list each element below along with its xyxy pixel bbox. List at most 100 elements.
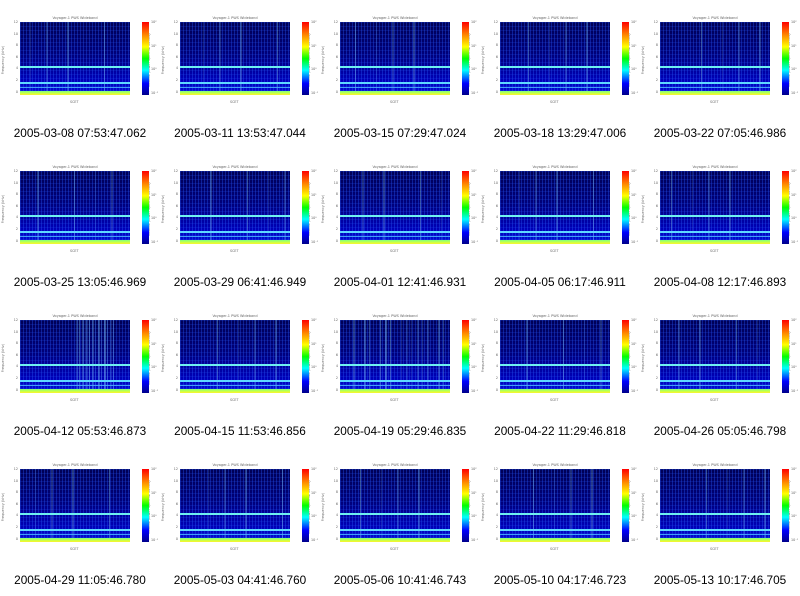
emission-streak xyxy=(362,171,364,240)
emission-streak xyxy=(757,320,758,389)
low-frequency-noise xyxy=(660,538,770,542)
y-tick-label: 4 xyxy=(335,513,338,518)
y-tick-label: 10 xyxy=(13,478,18,483)
plot-title: Voyager-1 PWS Wideband xyxy=(532,314,578,318)
colorbar xyxy=(622,469,629,542)
colorbar xyxy=(142,320,149,393)
y-tick-label: 4 xyxy=(335,66,338,71)
y-axis-label: Frequency (kHz) xyxy=(481,492,486,522)
low-frequency-noise xyxy=(660,240,770,244)
y-tick-label: 12 xyxy=(653,20,658,24)
emission-streak xyxy=(98,320,100,389)
y-axis-label: Frequency (kHz) xyxy=(161,45,166,75)
y-tick-label: 12 xyxy=(333,20,338,24)
spectrogram-noise xyxy=(340,469,450,542)
colorbar-tick-label: 10¹ xyxy=(791,490,797,495)
y-tick-label: 0 xyxy=(335,387,338,392)
y-tick-label: 10 xyxy=(13,180,18,185)
emission-streak xyxy=(111,171,113,240)
emission-band xyxy=(340,231,450,233)
emission-band xyxy=(660,231,770,233)
emission-band xyxy=(180,385,290,386)
spectrogram-panel: Voyager-1 PWS Wideband Frequency (kHz) rel… xyxy=(160,0,320,149)
plot-title: Voyager-1 PWS Wideband xyxy=(372,314,418,318)
panel-timestamp: 2005-05-10 04:17:46.723 xyxy=(493,573,627,587)
emission-streak xyxy=(74,171,75,240)
y-tick-label: 2 xyxy=(175,376,178,380)
plot-title: Voyager-1 PWS Wideband xyxy=(52,16,98,20)
x-axis-label: SCET xyxy=(550,546,559,551)
spectrogram-image xyxy=(500,22,610,95)
x-axis-label: SCET xyxy=(70,397,79,402)
colorbar-tick-label: 10² xyxy=(631,20,637,24)
emission-band xyxy=(180,513,290,515)
y-tick-label: 0 xyxy=(495,89,498,94)
emission-streak xyxy=(438,320,440,389)
emission-band xyxy=(340,529,450,531)
y-tick-label: 4 xyxy=(15,513,18,518)
y-tick-label: 10 xyxy=(333,180,338,185)
emission-streak xyxy=(383,171,385,240)
y-tick-label: 4 xyxy=(15,364,18,369)
colorbar xyxy=(462,469,469,542)
colorbar-tick-label: 10¹ xyxy=(311,43,317,48)
emission-streak xyxy=(101,320,102,389)
emission-streak xyxy=(526,320,528,389)
emission-band xyxy=(660,87,770,88)
emission-band xyxy=(180,529,290,531)
y-tick-label: 12 xyxy=(333,467,338,471)
emission-streak xyxy=(738,22,740,91)
colorbar xyxy=(142,469,149,542)
low-frequency-noise xyxy=(20,240,130,244)
emission-band xyxy=(180,364,290,366)
colorbar-tick-label: 10¹ xyxy=(631,192,637,197)
emission-streak xyxy=(284,171,286,240)
plot-title: Voyager-1 PWS Wideband xyxy=(372,463,418,467)
plot-title: Voyager-1 PWS Wideband xyxy=(532,16,578,20)
y-tick-label: 12 xyxy=(173,20,178,24)
x-axis-label: SCET xyxy=(390,546,399,551)
emission-streak xyxy=(565,22,567,91)
spectrogram-image xyxy=(180,171,290,244)
y-tick-label: 8 xyxy=(175,192,178,197)
y-tick-label: 8 xyxy=(175,43,178,48)
plot-title: Voyager-1 PWS Wideband xyxy=(692,314,738,318)
spectrogram-panel: Voyager-1 PWS Wideband Frequency (kHz) rel… xyxy=(320,149,480,298)
spectrogram-noise xyxy=(340,320,450,393)
colorbar-tick-label: 10⁰ xyxy=(631,514,637,518)
x-axis-label: SCET xyxy=(550,99,559,104)
emission-streak xyxy=(533,469,534,538)
y-tick-label: 2 xyxy=(15,227,18,231)
y-tick-label: 8 xyxy=(175,341,178,346)
y-axis-label: Frequency (kHz) xyxy=(161,343,166,373)
y-tick-label: 10 xyxy=(653,180,658,185)
emission-streak xyxy=(364,320,366,389)
emission-streak xyxy=(72,469,74,538)
emission-streak xyxy=(528,22,529,91)
emission-streak xyxy=(743,469,745,538)
emission-band xyxy=(340,215,450,217)
emission-streak xyxy=(37,171,39,240)
colorbar-tick-label: 10⁰ xyxy=(791,67,797,71)
emission-band xyxy=(20,231,130,233)
emission-band xyxy=(660,364,770,366)
emission-band xyxy=(500,364,610,366)
colorbar-tick-label: 10¹ xyxy=(471,192,477,197)
y-tick-label: 0 xyxy=(175,387,178,392)
emission-streak xyxy=(282,469,283,538)
low-frequency-noise xyxy=(660,91,770,95)
low-frequency-noise xyxy=(20,91,130,95)
y-tick-label: 0 xyxy=(655,89,658,94)
emission-band xyxy=(340,513,450,515)
panel-timestamp: 2005-04-08 12:17:46.893 xyxy=(653,275,787,289)
y-tick-label: 12 xyxy=(493,467,498,471)
panel-timestamp: 2005-03-29 06:41:46.949 xyxy=(173,275,307,289)
emission-streak xyxy=(82,320,84,389)
colorbar-tick-label: 10¹ xyxy=(471,341,477,346)
colorbar-tick-label: 10⁰ xyxy=(631,67,637,71)
plot-title: Voyager-1 PWS Wideband xyxy=(692,463,738,467)
colorbar-tick-label: 10⁰ xyxy=(151,67,157,71)
y-tick-label: 2 xyxy=(655,227,658,231)
y-tick-label: 8 xyxy=(15,490,18,495)
y-tick-label: 12 xyxy=(333,169,338,173)
